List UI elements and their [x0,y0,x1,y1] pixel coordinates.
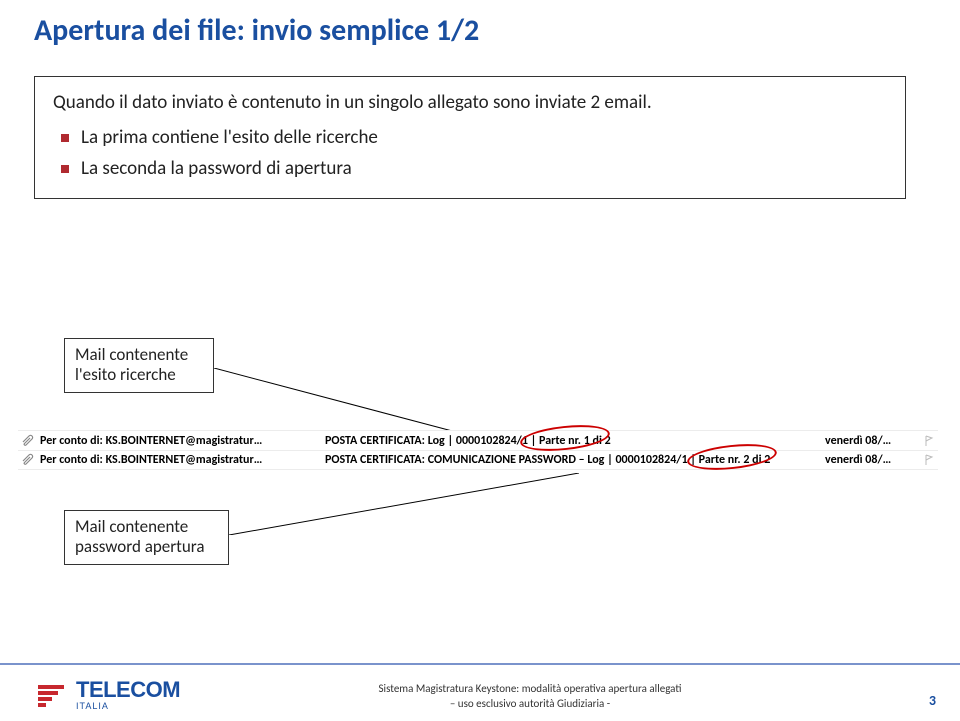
telecom-logo: TELECOM ITALIA [34,677,180,713]
slide-footer: TELECOM ITALIA Sistema Magistratura Keys… [0,663,960,721]
attachment-icon [20,434,36,448]
attachment-icon [20,453,36,467]
bullet-item: La prima contiene l'esito delle ricerche [61,126,887,149]
bullet-marker-icon [61,165,69,173]
page-number: 3 [929,692,936,709]
bullet-list: La prima contiene l'esito delle ricerche… [53,126,887,180]
info-box: Quando il dato inviato è contenuto in un… [34,76,906,199]
mail-sender: Per conto di: KS.BOINTERNET@magistratur… [40,453,325,467]
footer-line2: – uso esclusivo autorità Giudiziaria - [450,697,610,710]
mail-date: venerdì 08/… [825,453,920,467]
logo-sub-text: ITALIA [76,702,180,711]
bullet-text: La seconda la password di apertura [81,157,352,180]
mail-list: Per conto di: KS.BOINTERNET@magistratur…… [18,430,938,470]
slide-title: Apertura dei file: invio semplice 1/2 [34,12,479,49]
logo-brand-text: TELECOM [76,679,180,701]
flag-icon [920,454,938,466]
callout-mail-esito: Mail contenente l'esito ricerche [64,338,214,393]
mail-sender: Per conto di: KS.BOINTERNET@magistratur… [40,434,325,448]
connector-line [229,473,579,535]
logo-icon [34,677,70,713]
flag-icon [920,435,938,447]
footer-text: Sistema Magistratura Keystone: modalità … [350,682,710,711]
info-intro: Quando il dato inviato è contenuto in un… [53,91,887,114]
callout-mail-password: Mail contenente password apertura [64,510,229,565]
footer-line1: Sistema Magistratura Keystone: modalità … [379,682,682,695]
bullet-marker-icon [61,134,69,142]
bullet-item: La seconda la password di apertura [61,157,887,180]
mail-subject: POSTA CERTIFICATA: COMUNICAZIONE PASSWOR… [325,453,825,467]
mail-subject: POSTA CERTIFICATA: Log | 0000102824/1 | … [325,434,825,448]
bullet-text: La prima contiene l'esito delle ricerche [81,126,378,149]
mail-date: venerdì 08/… [825,434,920,448]
mail-row[interactable]: Per conto di: KS.BOINTERNET@magistratur…… [18,450,938,470]
mail-row[interactable]: Per conto di: KS.BOINTERNET@magistratur…… [18,430,938,450]
